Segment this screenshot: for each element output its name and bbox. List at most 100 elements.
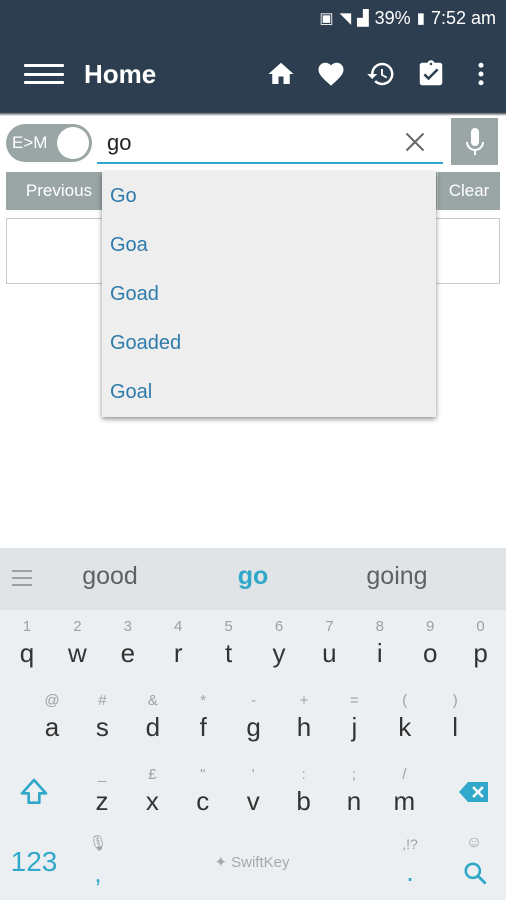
key-hint: = bbox=[350, 692, 359, 709]
key-hint: * bbox=[200, 692, 207, 709]
signal-icon: ▟ bbox=[357, 10, 369, 27]
prediction-right[interactable]: going bbox=[332, 562, 462, 591]
shift-arrow-icon bbox=[20, 778, 48, 804]
key-w[interactable]: 2w bbox=[53, 612, 101, 676]
key-c[interactable]: " c bbox=[179, 760, 227, 824]
key-label: b bbox=[296, 786, 311, 816]
key-grid: 1q2w3e4r5t6y7u8i9o0p @ a # s & d * f - g + h = j(k) l … bbox=[0, 610, 506, 900]
language-toggle[interactable]: E>M bbox=[6, 124, 92, 162]
key-g[interactable]: -g bbox=[230, 686, 278, 750]
home-icon[interactable] bbox=[256, 49, 306, 99]
shift-key[interactable] bbox=[6, 760, 62, 824]
hamburger-menu-icon[interactable] bbox=[24, 59, 64, 89]
suggestion-item[interactable]: Go bbox=[102, 172, 436, 221]
key-hint: £ bbox=[148, 766, 157, 783]
key-v[interactable]: ' v bbox=[229, 760, 277, 824]
emoji-hint-icon: ☺ bbox=[465, 834, 483, 851]
key-hint: 9 bbox=[426, 618, 435, 635]
key-label: l bbox=[452, 712, 459, 742]
key-label: i bbox=[376, 638, 383, 668]
key-z[interactable]: _ z bbox=[78, 760, 126, 824]
key-h[interactable]: + h bbox=[280, 686, 328, 750]
key-label: z bbox=[95, 786, 109, 816]
key-label: a bbox=[44, 712, 60, 742]
voice-search-button[interactable] bbox=[451, 118, 498, 165]
prediction-center[interactable]: go bbox=[188, 562, 318, 591]
key-hint: 7 bbox=[325, 618, 334, 635]
key-f[interactable]: * f bbox=[179, 686, 227, 750]
key-a[interactable]: @ a bbox=[28, 686, 76, 750]
backspace-key[interactable] bbox=[446, 760, 502, 824]
space-key[interactable]: ✦ SwiftKey bbox=[128, 830, 376, 894]
numbers-key[interactable]: 123 bbox=[0, 830, 68, 894]
key-hint: 4 bbox=[174, 618, 183, 635]
space-brand-label: SwiftKey bbox=[231, 853, 290, 871]
battery-percent: 39% bbox=[374, 7, 411, 28]
key-hint: & bbox=[147, 692, 158, 709]
key-l[interactable]: ) l bbox=[431, 686, 479, 750]
search-key[interactable]: ☺ bbox=[446, 830, 502, 894]
clear-button[interactable]: Clear bbox=[438, 172, 500, 210]
suggestion-item[interactable]: Goaded bbox=[102, 319, 436, 368]
key-p[interactable]: 0p bbox=[457, 612, 505, 676]
suggestion-item[interactable]: Goa bbox=[102, 221, 436, 270]
search-icon bbox=[464, 862, 487, 885]
key-hint: @ bbox=[44, 692, 60, 709]
key-label: y bbox=[272, 638, 286, 668]
key-u[interactable]: 7u bbox=[305, 612, 353, 676]
status-bar: ▣ ◥ ▟ 39% ▮ 7:52 am bbox=[0, 0, 506, 36]
key-hint: ( bbox=[402, 692, 408, 709]
key-hint: ) bbox=[452, 692, 458, 709]
search-input[interactable] bbox=[107, 128, 387, 158]
key-s[interactable]: # s bbox=[78, 686, 126, 750]
key-hint: 6 bbox=[274, 618, 284, 635]
key-hint: " bbox=[200, 766, 206, 783]
suggestion-item[interactable]: Goad bbox=[102, 270, 436, 319]
clipboard-icon[interactable] bbox=[406, 49, 456, 99]
key-k[interactable]: (k bbox=[381, 686, 429, 750]
key-label: g bbox=[246, 712, 261, 742]
key-label: k bbox=[398, 712, 412, 742]
previous-button[interactable]: Previous bbox=[6, 172, 112, 210]
search-field bbox=[97, 122, 443, 164]
more-vert-icon[interactable] bbox=[456, 49, 506, 99]
key-b[interactable]: :b bbox=[280, 760, 328, 824]
keyboard: good go going 1q2w3e4r5t6y7u8i9o0p @ a # s &… bbox=[0, 548, 506, 900]
key-q[interactable]: 1q bbox=[3, 612, 51, 676]
comma-key[interactable]: 🎙 , bbox=[74, 830, 122, 894]
key-label: u bbox=[322, 638, 337, 668]
key-label: c bbox=[196, 786, 210, 816]
key-n[interactable]: ; n bbox=[330, 760, 378, 824]
key-hint: 0 bbox=[476, 618, 485, 635]
keyboard-menu-icon[interactable] bbox=[12, 570, 32, 586]
prediction-bar: good go going bbox=[0, 548, 506, 610]
key-j[interactable]: = j bbox=[330, 686, 378, 750]
key-label: m bbox=[393, 786, 416, 816]
key-hint: 1 bbox=[22, 618, 32, 635]
favorite-heart-icon[interactable] bbox=[306, 49, 356, 99]
key-label: w bbox=[68, 638, 87, 668]
backspace-icon bbox=[459, 782, 488, 802]
key-d[interactable]: & d bbox=[129, 686, 177, 750]
mic-hint-icon: 🎙 bbox=[88, 835, 108, 852]
key-hint: # bbox=[98, 692, 107, 709]
clear-search-icon[interactable] bbox=[401, 128, 429, 156]
prediction-left[interactable]: good bbox=[45, 562, 175, 591]
key-label: h bbox=[296, 712, 312, 742]
key-x[interactable]: £ x bbox=[128, 760, 176, 824]
key-o[interactable]: 9o bbox=[406, 612, 454, 676]
history-icon[interactable] bbox=[356, 49, 406, 99]
key-y[interactable]: 6y bbox=[255, 612, 303, 676]
notification-icon: ▣ bbox=[319, 10, 334, 27]
key-hint: - bbox=[251, 692, 257, 709]
key-hint: 2 bbox=[73, 618, 82, 635]
period-key[interactable]: ,!? . bbox=[386, 830, 434, 894]
key-i[interactable]: 8i bbox=[356, 612, 404, 676]
key-e[interactable]: 3e bbox=[104, 612, 152, 676]
key-t[interactable]: 5t bbox=[205, 612, 253, 676]
key-m[interactable]: / m bbox=[380, 760, 428, 824]
toggle-knob bbox=[57, 127, 89, 159]
period-label: . bbox=[406, 856, 414, 887]
key-r[interactable]: 4r bbox=[154, 612, 202, 676]
suggestion-item[interactable]: Goal bbox=[102, 368, 436, 417]
